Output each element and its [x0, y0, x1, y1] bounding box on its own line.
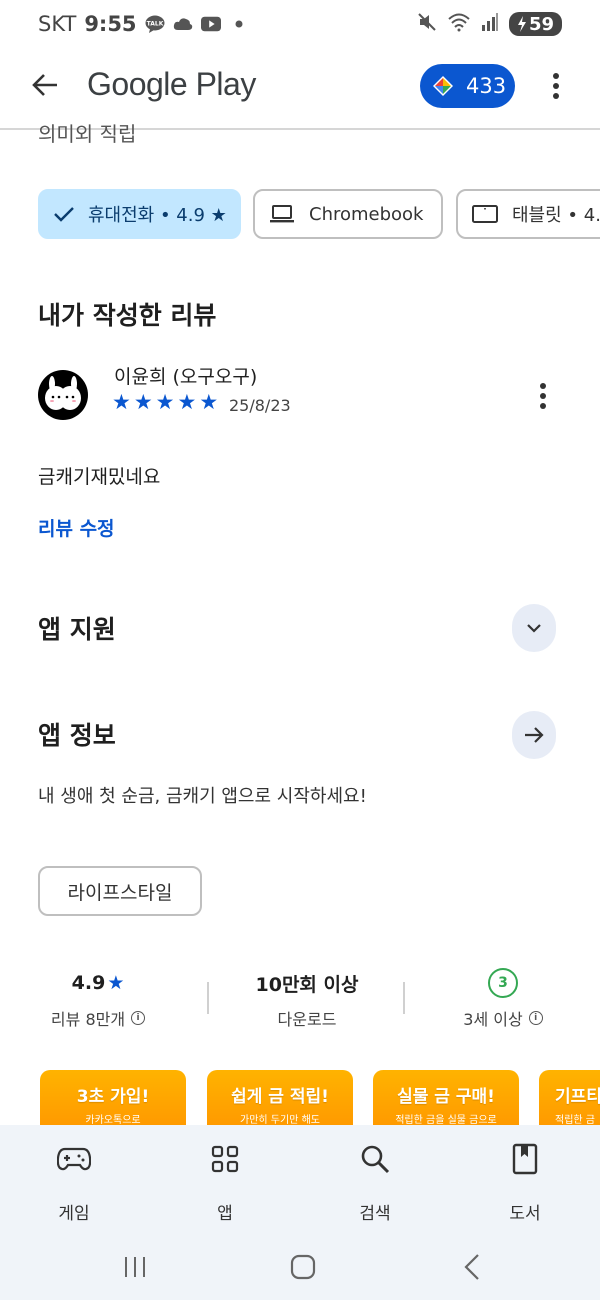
- device-chip-chromebook[interactable]: Chromebook: [253, 189, 443, 239]
- info-icon[interactable]: i: [131, 1011, 146, 1025]
- stat-downloads: 10만회 이상 다운로드: [222, 968, 392, 1030]
- screenshot-thumbnail[interactable]: 기프티 적립한 금: [539, 1070, 600, 1130]
- dot-icon: [229, 15, 249, 33]
- downloads-value: 10만회 이상: [255, 973, 359, 996]
- more-options-button[interactable]: [538, 66, 574, 106]
- youtube-icon: [200, 15, 221, 33]
- clock: 9:55: [84, 12, 137, 36]
- review-options-button[interactable]: [528, 378, 558, 414]
- avatar: [38, 370, 88, 420]
- battery-level: 59: [528, 13, 554, 35]
- edit-review-link[interactable]: 리뷰 수정: [38, 514, 115, 541]
- device-chip-tablet[interactable]: 태블릿 • 4.8: [456, 189, 600, 239]
- svg-text:TALK: TALK: [146, 21, 163, 28]
- bottom-navigation: 게임 앱 검색 도서: [0, 1125, 600, 1235]
- stat-rating: 4.9 ★ 리뷰 8만개 i: [13, 968, 183, 1030]
- nav-label: 앱: [217, 1204, 233, 1224]
- screenshot-subtitle: 적립한 금: [555, 1115, 595, 1126]
- cloud-icon: [173, 15, 193, 33]
- screenshot-thumbnail[interactable]: 3초 가입! 카카오톡으로: [40, 1070, 186, 1130]
- nav-item-games[interactable]: 게임: [24, 1141, 124, 1224]
- app-support-expand-button[interactable]: [512, 604, 556, 652]
- apps-grid-icon: [175, 1141, 275, 1177]
- signal-icon: [481, 13, 499, 35]
- points-count: 433: [466, 74, 507, 98]
- truncated-text: 의미외 직립: [38, 122, 137, 146]
- divider: [403, 982, 405, 1014]
- info-icon[interactable]: i: [528, 1011, 543, 1025]
- book-icon: [475, 1141, 575, 1177]
- play-points-button[interactable]: 433: [420, 64, 515, 108]
- play-points-icon: [433, 76, 453, 96]
- mute-icon: [417, 12, 437, 36]
- review-date: 25/8/23: [229, 396, 291, 415]
- screenshot-title: 쉽게 금 적립!: [231, 1087, 329, 1107]
- home-icon: [290, 1254, 316, 1280]
- device-chip-label: 휴대전화 • 4.9 ★: [88, 205, 227, 226]
- chevron-left-icon: [464, 1254, 479, 1280]
- screenshot-subtitle: 적립한 금을 실물 금으로: [395, 1115, 497, 1126]
- downloads-label: 다운로드: [277, 1010, 337, 1029]
- nav-item-search[interactable]: 검색: [325, 1141, 425, 1224]
- screenshot-subtitle: 가만히 두기만 해도: [240, 1115, 320, 1126]
- more-vert-icon: [553, 73, 559, 99]
- laptop-icon: [270, 205, 294, 223]
- category-chip[interactable]: 라이프스타일: [38, 866, 202, 916]
- app-support-title: 앱 지원: [38, 615, 116, 644]
- stat-age-rating: 3 3세 이상 i: [418, 968, 588, 1030]
- age-rating-label: 3세 이상: [463, 1010, 523, 1029]
- gamepad-icon: [24, 1141, 124, 1177]
- divider: [207, 982, 209, 1014]
- device-chip-label: 태블릿 • 4.8: [512, 205, 600, 226]
- star-icon: ★: [133, 390, 153, 414]
- more-vert-icon: [540, 383, 546, 409]
- device-chip-label: Chromebook: [309, 203, 424, 225]
- star-icon: ★: [112, 390, 131, 414]
- carrier-label: SKT: [38, 12, 77, 36]
- screenshot-thumbnail[interactable]: 실물 금 구매! 적립한 금을 실물 금으로: [373, 1070, 519, 1130]
- nav-label: 검색: [359, 1204, 391, 1224]
- arrow-back-icon: [32, 74, 57, 96]
- home-button[interactable]: [283, 1247, 323, 1287]
- screenshot-subtitle: 카카오톡으로: [85, 1115, 141, 1126]
- app-info-button[interactable]: [512, 711, 556, 759]
- chevron-down-icon: [527, 624, 541, 633]
- reviewer-name: 이윤희 (오구오구): [114, 366, 258, 388]
- nav-item-books[interactable]: 도서: [475, 1141, 575, 1224]
- star-icon: ★: [155, 390, 175, 414]
- battery-indicator: 59: [508, 12, 562, 36]
- star-icon: ★: [177, 390, 197, 414]
- app-title: Google Play: [87, 66, 256, 102]
- screenshot-title: 기프티: [555, 1087, 600, 1107]
- app-description: 내 생애 첫 순금, 금캐기 앱으로 시작하세요!: [38, 786, 367, 807]
- nav-label: 도서: [509, 1204, 541, 1224]
- search-icon: [325, 1141, 425, 1177]
- wifi-icon: [447, 12, 471, 36]
- recent-apps-icon: [125, 1257, 145, 1277]
- review-text: 금캐기재밌네요: [38, 466, 161, 488]
- status-bar: SKT 9:55 TALK 59: [0, 0, 600, 48]
- star-icon: ★: [107, 972, 125, 994]
- app-info-title: 앱 정보: [38, 721, 116, 750]
- system-navigation-bar: [0, 1235, 600, 1300]
- screenshot-title: 3초 가입!: [76, 1087, 150, 1107]
- age-rating-badge: 3: [488, 968, 518, 998]
- reviews-count-label: 리뷰 8만개: [50, 1010, 126, 1029]
- system-back-button[interactable]: [452, 1247, 492, 1287]
- nav-item-apps[interactable]: 앱: [175, 1141, 275, 1224]
- screenshot-thumbnail[interactable]: 쉽게 금 적립! 가만히 두기만 해도: [207, 1070, 353, 1130]
- star-icon: ★: [199, 390, 219, 414]
- recent-apps-button[interactable]: [115, 1247, 155, 1287]
- check-icon: [54, 207, 74, 222]
- my-review-title: 내가 작성한 리뷰: [38, 301, 217, 330]
- kakaotalk-icon: TALK: [145, 15, 165, 33]
- tablet-icon: [472, 205, 498, 223]
- nav-label: 게임: [58, 1204, 90, 1224]
- arrow-forward-icon: [525, 727, 544, 743]
- screenshot-title: 실물 금 구매!: [397, 1087, 495, 1107]
- back-button[interactable]: [26, 66, 64, 104]
- rating-value: 4.9: [71, 972, 106, 994]
- review-rating: ★ ★ ★ ★ ★: [112, 391, 218, 413]
- device-chip-phone[interactable]: 휴대전화 • 4.9 ★: [38, 189, 241, 239]
